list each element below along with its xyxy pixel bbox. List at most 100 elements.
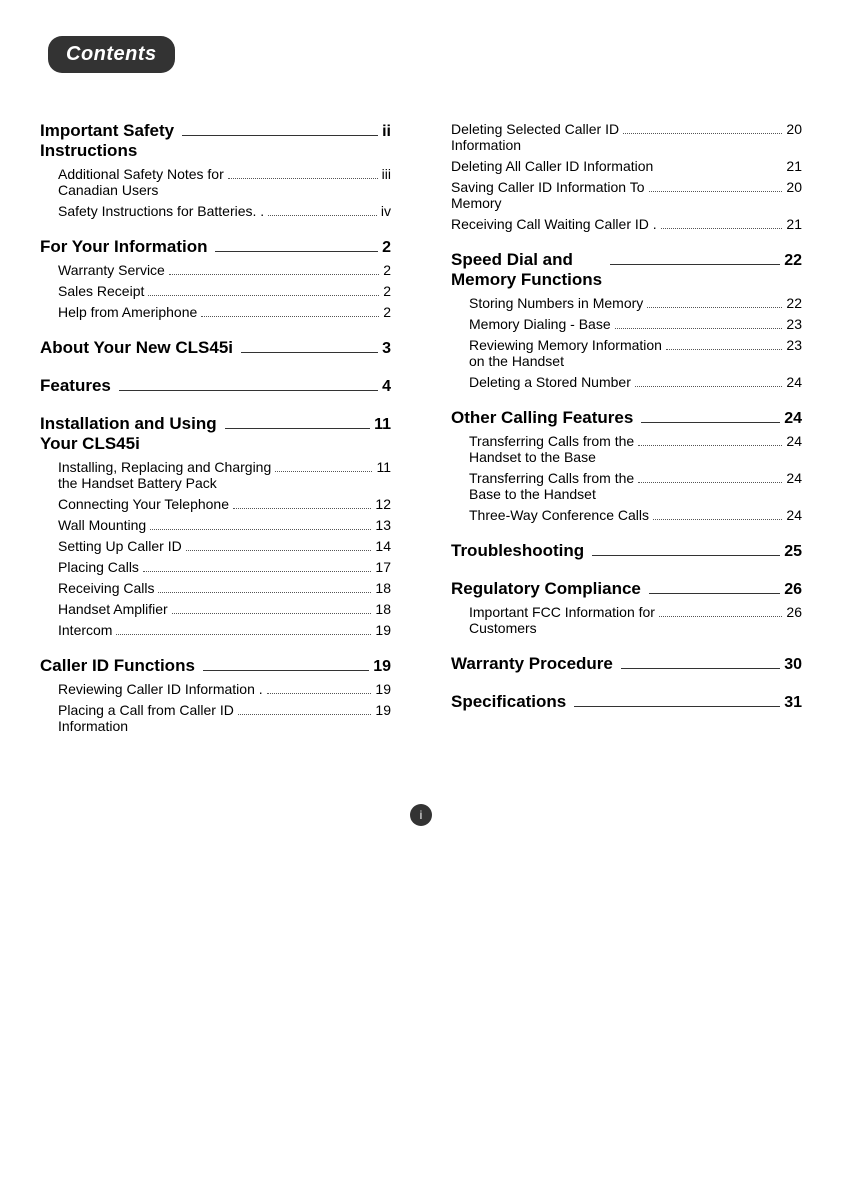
toc-entry: Storing Numbers in Memory 22 [451,295,802,311]
entry-page: 22 [786,295,802,311]
section-title: Installation and UsingYour CLS45i [40,414,217,454]
section-about: About Your New CLS45i 3 [40,338,391,358]
entry-page: 18 [375,601,391,617]
entry-label: Reviewing Memory Informationon the Hands… [469,337,662,369]
section-title: About Your New CLS45i [40,338,233,358]
entry-page: iii [382,166,391,182]
entry-page: 21 [786,158,802,174]
toc-entry: Handset Amplifier 18 [40,601,391,617]
entry-page: 20 [786,179,802,195]
entry-page: 20 [786,121,802,137]
toc-entry: Placing Calls 17 [40,559,391,575]
section-for-your-information: For Your Information 2 Warranty Service … [40,237,391,320]
entry-label: Wall Mounting [58,517,146,533]
dots [150,529,371,530]
toc-entry: Sales Receipt 2 [40,283,391,299]
entry-label: Saving Caller ID Information ToMemory [451,179,645,211]
section-features: Features 4 [40,376,391,396]
entry-label: Transferring Calls from theHandset to th… [469,433,634,465]
entry-page: 17 [375,559,391,575]
entry-page: 2 [383,304,391,320]
page-number-circle: i [410,804,432,826]
header-title: Contents [66,43,157,65]
entry-page: 14 [375,538,391,554]
title-line [241,352,378,353]
toc-entry: Transferring Calls from theBase to the H… [451,470,802,502]
entry-page: 11 [376,459,391,475]
page-number: 3 [382,340,391,358]
dots [172,613,372,614]
entry-page: 2 [383,262,391,278]
entry-label: Safety Instructions for Batteries. . [58,203,264,219]
footer: i [0,804,842,826]
dots [186,550,372,551]
section-other-calling: Other Calling Features 24 Transferring C… [451,408,802,523]
dots [666,349,782,350]
entry-page: 2 [383,283,391,299]
section-regulatory: Regulatory Compliance 26 Important FCC I… [451,579,802,636]
toc-entry: Placing a Call from Caller IDInformation… [40,702,391,734]
entry-label: Sales Receipt [58,283,144,299]
entry-label: Receiving Calls [58,580,154,596]
section-title: Other Calling Features [451,408,633,428]
title-line [119,390,378,391]
entry-label: Help from Ameriphone [58,304,197,320]
left-column: Important SafetyInstructions ii Addition… [40,103,421,734]
entry-page: 23 [786,316,802,332]
section-title: Speed Dial andMemory Functions [451,250,602,290]
page-number: 30 [784,656,802,674]
entry-label: Warranty Service [58,262,165,278]
section-specifications: Specifications 31 [451,692,802,712]
entry-page: 12 [375,496,391,512]
toc-entry: Deleting a Stored Number 24 [451,374,802,390]
entry-label: Handset Amplifier [58,601,168,617]
entry-label: Placing a Call from Caller IDInformation [58,702,234,734]
entry-page: 23 [786,337,802,353]
entry-page: 13 [375,517,391,533]
dots [638,445,782,446]
entry-label: Deleting a Stored Number [469,374,631,390]
dots [158,592,371,593]
entry-label: Deleting All Caller ID Information [451,158,653,174]
toc-entry: Deleting Selected Caller IDInformation 2… [451,121,802,153]
entry-label: Additional Safety Notes forCanadian User… [58,166,224,198]
dots [233,508,371,509]
toc-entry: Warranty Service 2 [40,262,391,278]
dots [615,328,783,329]
entry-label: Deleting Selected Caller IDInformation [451,121,619,153]
toc-entry: Receiving Call Waiting Caller ID . 21 [451,216,802,232]
toc-entry: Reviewing Memory Informationon the Hands… [451,337,802,369]
entry-page: iv [381,203,391,219]
page-number: 31 [784,694,802,712]
entry-label: Installing, Replacing and Chargingthe Ha… [58,459,271,491]
entry-label: Placing Calls [58,559,139,575]
title-line [182,135,378,136]
toc-entry: Help from Ameriphone 2 [40,304,391,320]
title-line [592,555,780,556]
dots [647,307,782,308]
entry-label: Transferring Calls from theBase to the H… [469,470,634,502]
title-line [203,670,369,671]
toc-entry: Connecting Your Telephone 12 [40,496,391,512]
entry-label: Setting Up Caller ID [58,538,182,554]
page-number: 2 [382,239,391,257]
dots [653,519,782,520]
section-title: For Your Information [40,237,207,257]
dots [649,191,783,192]
page-number: 22 [784,252,802,270]
toc-entry: Setting Up Caller ID 14 [40,538,391,554]
entry-page: 24 [786,374,802,390]
toc-entry: Three-Way Conference Calls 24 [451,507,802,523]
toc-entry: Transferring Calls from theHandset to th… [451,433,802,465]
entry-label: Memory Dialing - Base [469,316,611,332]
section-title: Features [40,376,111,396]
toc-entry: Reviewing Caller ID Information . 19 [40,681,391,697]
entry-label: Receiving Call Waiting Caller ID . [451,216,657,232]
dots [275,471,372,472]
page-number: 4 [382,378,391,396]
entry-page: 18 [375,580,391,596]
dots [623,133,782,134]
entry-page: 24 [786,433,802,449]
entry-page: 24 [786,470,802,486]
toc-entry: Deleting All Caller ID Information 21 [451,158,802,174]
